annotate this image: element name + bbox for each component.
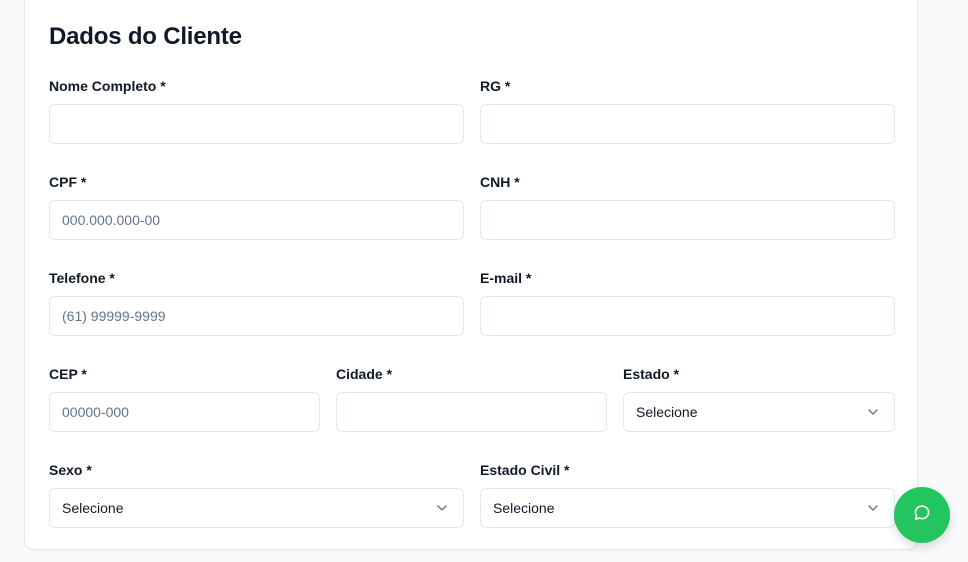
email-field-group: E-mail * — [480, 269, 895, 336]
form-title: Dados do Cliente — [49, 23, 242, 50]
cnh-input[interactable] — [480, 200, 895, 240]
client-form-card: Dados do Cliente Nome Completo * RG * CP… — [24, 0, 918, 550]
email-input[interactable] — [480, 296, 895, 336]
estado-civil-select[interactable]: Selecione — [480, 488, 895, 528]
email-label: E-mail * — [480, 270, 532, 286]
nome-field-group: Nome Completo * — [49, 77, 464, 144]
cnh-field-group: CNH * — [480, 173, 895, 240]
sexo-select-value: Selecione — [62, 500, 124, 516]
rg-input[interactable] — [480, 104, 895, 144]
chat-bubble-icon — [912, 503, 932, 528]
sexo-select[interactable]: Selecione — [49, 488, 464, 528]
chevron-down-icon — [866, 501, 880, 515]
telefone-label: Telefone * — [49, 270, 115, 286]
cnh-label: CNH * — [480, 174, 520, 190]
rg-field-group: RG * — [480, 77, 895, 144]
cep-input[interactable] — [49, 392, 320, 432]
nome-label: Nome Completo * — [49, 78, 166, 94]
estado-civil-label: Estado Civil * — [480, 462, 570, 478]
estado-civil-select-value: Selecione — [493, 500, 555, 516]
rg-label: RG * — [480, 78, 511, 94]
estado-label: Estado * — [623, 366, 680, 382]
cpf-field-group: CPF * — [49, 173, 464, 240]
chevron-down-icon — [866, 405, 880, 419]
cidade-label: Cidade * — [336, 366, 393, 382]
sexo-field-group: Sexo * Selecione — [49, 461, 464, 528]
sexo-label: Sexo * — [49, 462, 92, 478]
cep-field-group: CEP * — [49, 365, 320, 432]
chat-button[interactable] — [894, 487, 950, 543]
telefone-field-group: Telefone * — [49, 269, 464, 336]
cidade-input[interactable] — [336, 392, 607, 432]
estado-field-group: Estado * Selecione — [623, 365, 895, 432]
chevron-down-icon — [435, 501, 449, 515]
estado-select-value: Selecione — [636, 404, 698, 420]
estado-civil-field-group: Estado Civil * Selecione — [480, 461, 895, 528]
cpf-label: CPF * — [49, 174, 87, 190]
telefone-input[interactable] — [49, 296, 464, 336]
cep-label: CEP * — [49, 366, 87, 382]
estado-select[interactable]: Selecione — [623, 392, 895, 432]
nome-input[interactable] — [49, 104, 464, 144]
cidade-field-group: Cidade * — [336, 365, 607, 432]
cpf-input[interactable] — [49, 200, 464, 240]
